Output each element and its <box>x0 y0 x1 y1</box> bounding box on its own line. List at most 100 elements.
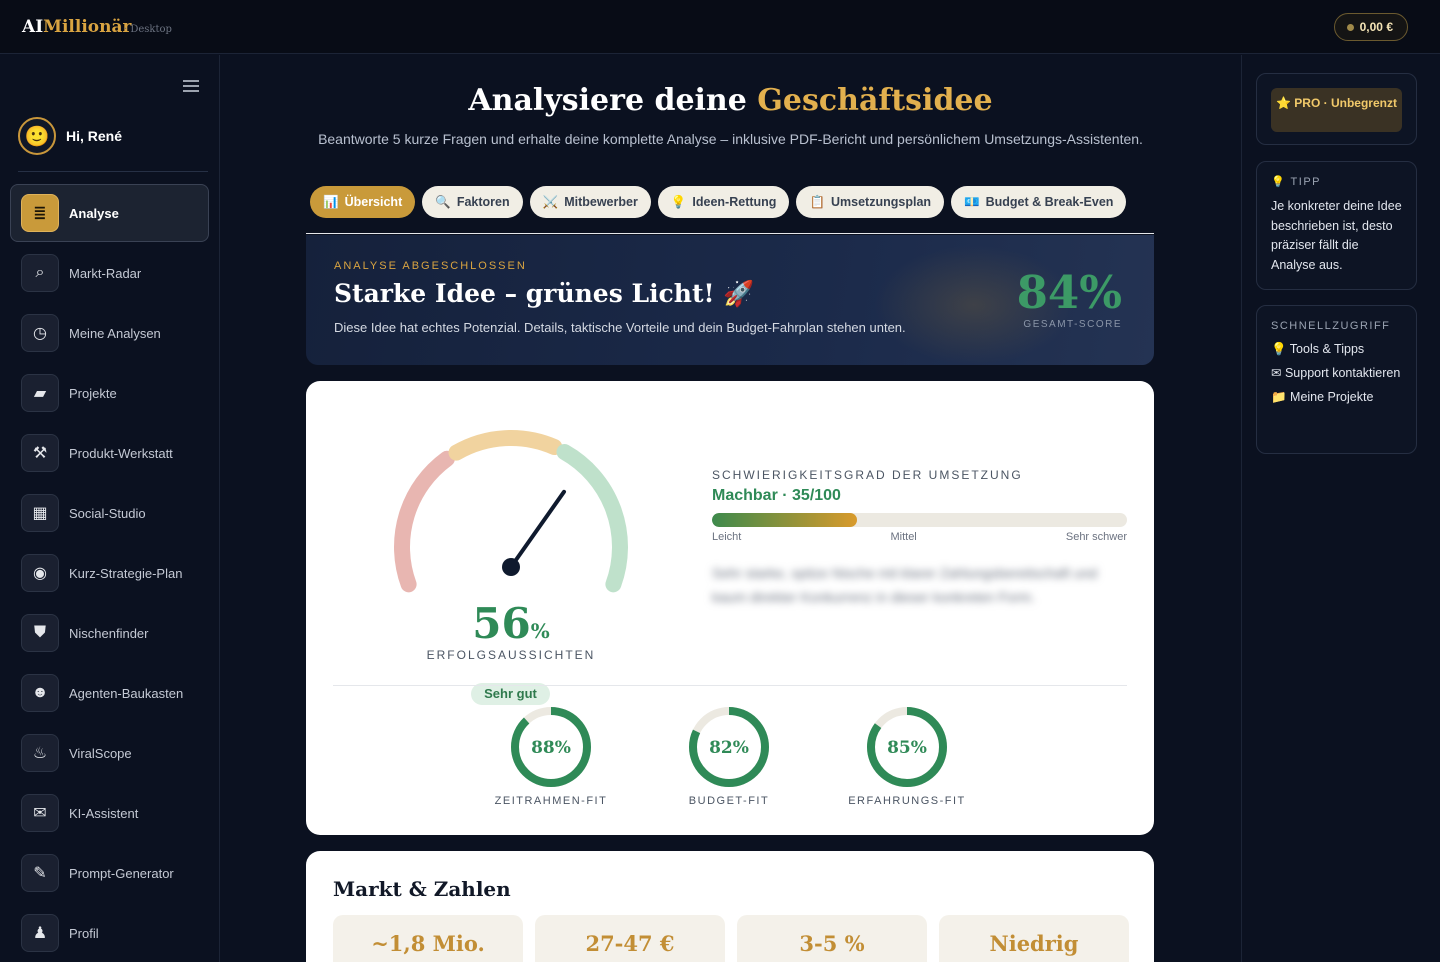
analysis-icon: ≣ <box>21 194 59 232</box>
sidebar-item-label: Projekte <box>69 385 117 401</box>
quick-link-0[interactable]: 💡 Tools & Tipps <box>1271 342 1402 356</box>
difficulty-scale: Leicht Mittel Sehr schwer <box>712 531 1127 543</box>
strategy-icon: ◉ <box>21 554 59 592</box>
wallet-balance-button[interactable]: 0,00 € <box>1333 13 1408 41</box>
ring-label: ERFAHRUNGS-FIT <box>848 795 966 807</box>
sidebar: 🙂 Hi, René ≣ Analyse ⌕ Markt-Radar ◷ Meine An… <box>0 55 220 962</box>
coin-icon <box>1346 23 1354 31</box>
quick-links: 💡 Tools & Tipps ✉ Support kontaktieren 📁 M… <box>1271 342 1402 404</box>
sidebar-divider <box>18 171 208 172</box>
folder-icon: ▰ <box>21 374 59 412</box>
quick-link-2[interactable]: 📁 Meine Projekte <box>1271 390 1402 404</box>
sidebar-item-markt-radar[interactable]: ⌕ Markt-Radar <box>10 244 209 302</box>
tab-icon: 💡 <box>670 194 687 209</box>
fit-ring-zeitrahmen-fit: 88% ZEITRAHMEN-FIT <box>481 705 621 807</box>
difficulty-bar-fill <box>712 513 858 527</box>
tools-icon: ⚒ <box>21 434 59 472</box>
magic-wand-icon: ✎ <box>21 854 59 892</box>
difficulty-description-blurred: Sehr starke, spitze Nische mit klarer Za… <box>712 565 1098 605</box>
success-gauge: 56% ERFOLGSAUSSICHTEN Sehr gut <box>386 421 636 705</box>
tab-budget-break-even[interactable]: 💶 Budget & Break-Even <box>951 186 1127 218</box>
tab-label: Umsetzungsplan <box>831 195 932 209</box>
brand-subtitle: · Desktop <box>124 24 172 35</box>
sidebar-item-kurz-strategie-plan[interactable]: ◉ Kurz-Strategie-Plan <box>10 544 209 602</box>
tab-label: Budget & Break-Even <box>985 195 1114 209</box>
ring-value: 88% <box>531 738 571 758</box>
sidebar-item-label: ViralScope <box>69 745 132 761</box>
market-card: Markt & Zahlen ~1,8 Mio. 27-47 € 3-5 % Nied… <box>306 851 1154 962</box>
user-profile[interactable]: 🙂 Hi, René <box>18 117 122 155</box>
tab-faktoren[interactable]: 🔍 Faktoren <box>422 186 523 218</box>
quick-access-kicker: SCHNELLZUGRIFF <box>1271 320 1391 332</box>
brand-logo[interactable]: AIMillionär <box>22 17 131 37</box>
sidebar-item-label: Meine Analysen <box>69 325 161 341</box>
sidebar-item-label: Markt-Radar <box>69 265 142 281</box>
brand-millionaer: Millionär <box>43 17 132 37</box>
tab-label: Übersicht <box>344 195 403 209</box>
sidebar-item-label: Profil <box>69 925 99 941</box>
success-badge: Sehr gut <box>471 683 550 705</box>
ring-chart: 85% <box>867 707 947 787</box>
success-label: ERFOLGSAUSSICHTEN <box>426 648 596 662</box>
sidebar-item-produkt-werkstatt[interactable]: ⚒ Produkt-Werkstatt <box>10 424 209 482</box>
sidebar-item-agenten-baukasten[interactable]: ☻ Agenten-Baukasten <box>10 664 209 722</box>
tab-icon: 💶 <box>964 194 980 209</box>
scale-mid: Mittel <box>890 531 917 543</box>
sidebar-item-label: Prompt-Generator <box>69 865 174 881</box>
sidebar-item-label: KI-Assistent <box>69 805 139 821</box>
difficulty-panel: SCHWIERIGKEITSGRAD DER UMSETZUNG Machbar… <box>712 468 1127 609</box>
page-title: Analysiere deine Geschäftsidee <box>221 83 1240 118</box>
tab-label: Mitbewerber <box>564 195 638 209</box>
tab-mitbewerber[interactable]: ⚔️ Mitbewerber <box>529 186 651 218</box>
niche-icon: ⛊ <box>21 614 59 652</box>
sidebar-item-analyse[interactable]: ≣ Analyse <box>10 184 209 242</box>
gauge-hub <box>502 558 520 576</box>
menu-toggle-icon[interactable] <box>183 80 199 95</box>
sidebar-item-prompt-generator[interactable]: ✎ Prompt-Generator <box>10 844 209 902</box>
scale-high: Sehr schwer <box>1065 531 1127 543</box>
tab-ideen-rettung[interactable]: 💡 Ideen-Rettung <box>657 186 790 218</box>
market-stat: ~1,8 Mio. <box>333 915 523 962</box>
gauge-arc-low <box>394 450 455 593</box>
main-content: Analysiere deine Geschäftsidee Beantwort… <box>221 55 1240 962</box>
tip-text: Je konkreter deine Idee beschrieben ist,… <box>1271 199 1402 272</box>
sidebar-item-label: Social-Studio <box>69 505 146 521</box>
tab-icon: ⚔️ <box>542 194 559 209</box>
sidebar-item-label: Analyse <box>69 205 119 221</box>
tab-umsetzungsplan[interactable]: 📋 Umsetzungsplan <box>796 186 945 218</box>
tab-icon: 🔍 <box>435 194 451 209</box>
page-title-part1: Analysiere deine <box>468 83 758 118</box>
radar-icon: ⌕ <box>21 254 59 292</box>
total-score-value: 84% <box>1016 266 1122 319</box>
ring-label: ZEITRAHMEN-FIT <box>494 795 608 807</box>
ring-chart: 88% <box>511 707 591 787</box>
gauge-arc-high <box>556 444 628 593</box>
pro-plan-button[interactable]: ⭐ PRO · Unbegrenzt <box>1271 88 1402 132</box>
total-score-label: GESAMT-SCORE <box>1023 319 1122 330</box>
result-hero-banner: ANALYSE ABGESCHLOSSEN Starke Idee – grün… <box>306 235 1154 365</box>
user-greeting: Hi, René <box>66 128 123 144</box>
hero-kicker: ANALYSE ABGESCHLOSSEN <box>334 260 527 272</box>
sidebar-item-nischenfinder[interactable]: ⛊ Nischenfinder <box>10 604 209 662</box>
clock-icon: ◷ <box>21 314 59 352</box>
ring-value: 82% <box>709 738 749 758</box>
sidebar-item-meine-analysen[interactable]: ◷ Meine Analysen <box>10 304 209 362</box>
card-divider <box>333 685 1127 686</box>
tab--bersicht[interactable]: 📊 Übersicht <box>310 186 416 218</box>
ring-chart: 82% <box>689 707 769 787</box>
tab-icon: 📋 <box>809 194 826 209</box>
quick-link-1[interactable]: ✉ Support kontaktieren <box>1271 366 1402 380</box>
sidebar-item-viralscope[interactable]: ♨ ViralScope <box>10 724 209 782</box>
sidebar-item-label: Nischenfinder <box>69 625 149 641</box>
sidebar-item-ki-assistent[interactable]: ✉ KI-Assistent <box>10 784 209 842</box>
sidebar-item-profil[interactable]: ♟ Profil <box>10 904 209 962</box>
market-title: Markt & Zahlen <box>333 877 511 901</box>
difficulty-value: Machbar · 35/100 <box>712 487 841 504</box>
avatar: 🙂 <box>18 117 56 155</box>
gauge-needle <box>509 489 566 569</box>
sidebar-item-social-studio[interactable]: ▦ Social-Studio <box>10 484 209 542</box>
sidebar-item-label: Produkt-Werkstatt <box>69 445 173 461</box>
hero-title: Starke Idee – grünes Licht! 🚀 <box>334 279 755 308</box>
tab-label: Faktoren <box>456 195 510 209</box>
sidebar-item-projekte[interactable]: ▰ Projekte <box>10 364 209 422</box>
